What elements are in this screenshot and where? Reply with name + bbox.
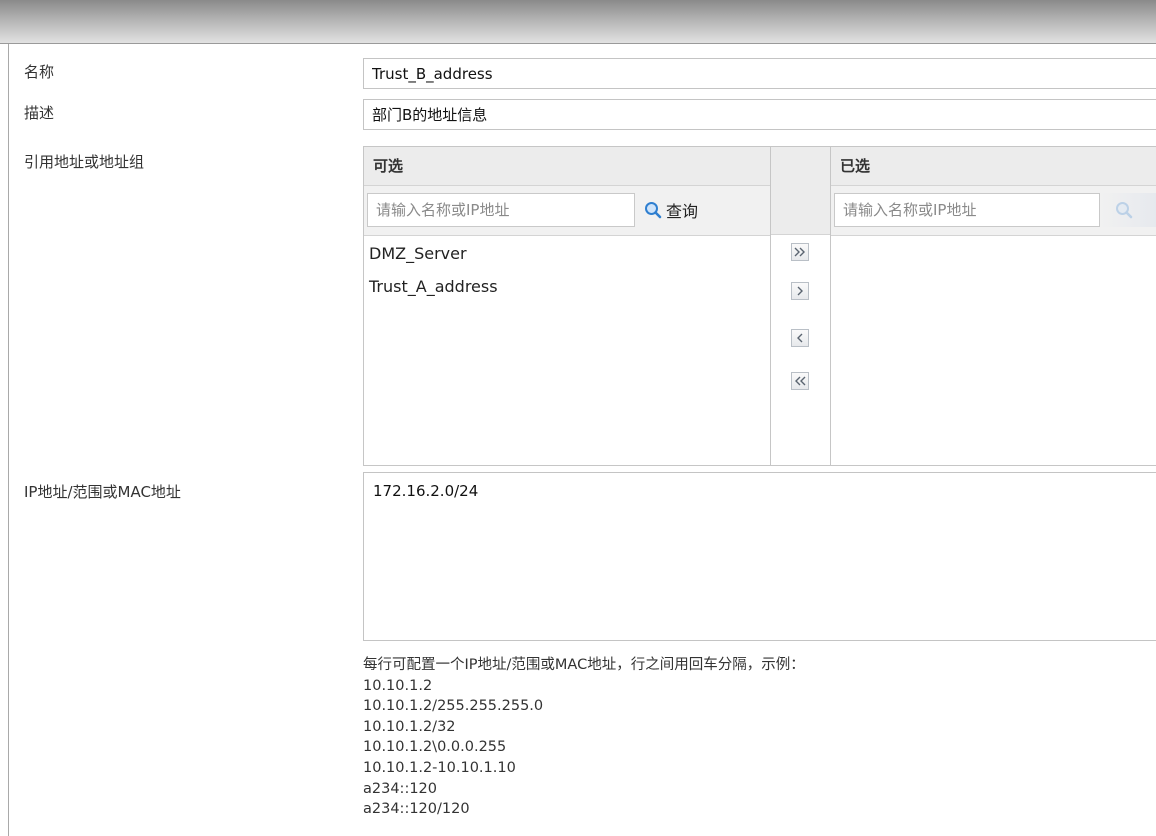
description-input[interactable] — [363, 99, 1156, 130]
query-button-label: 查询 — [666, 202, 699, 221]
help-example: 10.10.1.2 — [363, 677, 433, 694]
selected-search-input[interactable] — [834, 193, 1100, 227]
help-example: 10.10.1.2-10.10.1.10 — [363, 759, 516, 776]
remove-button[interactable] — [791, 329, 809, 347]
search-icon — [644, 201, 662, 219]
double-chevron-right-icon — [794, 247, 805, 257]
double-chevron-left-icon — [795, 376, 806, 386]
chevron-left-icon — [797, 333, 803, 343]
selected-panel: 已选 — [830, 146, 1156, 466]
name-input[interactable] — [363, 58, 1156, 89]
available-panel-title: 可选 — [364, 147, 770, 186]
add-all-button[interactable] — [791, 243, 809, 261]
dialog-title-bar — [0, 0, 1156, 44]
help-example: a234::120/120 — [363, 801, 470, 818]
name-label: 名称 — [24, 63, 55, 81]
selected-panel-title: 已选 — [831, 147, 1156, 186]
help-example: 10.10.1.2/32 — [363, 718, 456, 735]
reference-address-label: 引用地址或地址组 — [24, 153, 145, 171]
help-intro: 每行可配置一个IP地址/范围或MAC地址，行之间用回车分隔，示例： — [363, 657, 805, 673]
selected-query-button[interactable] — [1101, 193, 1156, 227]
available-search-input[interactable] — [367, 193, 635, 227]
chevron-right-icon — [797, 286, 803, 296]
help-example: a234::120 — [363, 780, 438, 797]
transfer-buttons-header — [771, 147, 830, 235]
selected-search-bar — [831, 186, 1156, 236]
available-panel: 可选 查询 DMZ_Server Trust_A_address — [363, 146, 771, 466]
ip-address-textarea[interactable]: 172.16.2.0/24 — [363, 472, 1156, 641]
help-example: 10.10.1.2\0.0.0.255 — [363, 739, 507, 756]
dialog-left-border — [8, 44, 9, 836]
list-item[interactable]: Trust_A_address — [369, 277, 498, 297]
selected-list — [831, 236, 1156, 464]
available-search-bar: 查询 — [364, 186, 770, 236]
remove-all-button[interactable] — [791, 372, 809, 390]
description-label: 描述 — [24, 104, 55, 122]
ip-address-label: IP地址/范围或MAC地址 — [24, 483, 181, 501]
search-icon — [1115, 201, 1133, 223]
query-button[interactable]: 查询 — [644, 195, 698, 225]
list-item[interactable]: DMZ_Server — [369, 244, 467, 264]
add-button[interactable] — [791, 282, 809, 300]
available-list: DMZ_Server Trust_A_address — [364, 236, 770, 464]
transfer-buttons-column — [771, 146, 830, 466]
help-example: 10.10.1.2/255.255.255.0 — [363, 698, 544, 715]
help-text: 每行可配置一个IP地址/范围或MAC地址，行之间用回车分隔，示例： 10.10.… — [363, 655, 805, 820]
